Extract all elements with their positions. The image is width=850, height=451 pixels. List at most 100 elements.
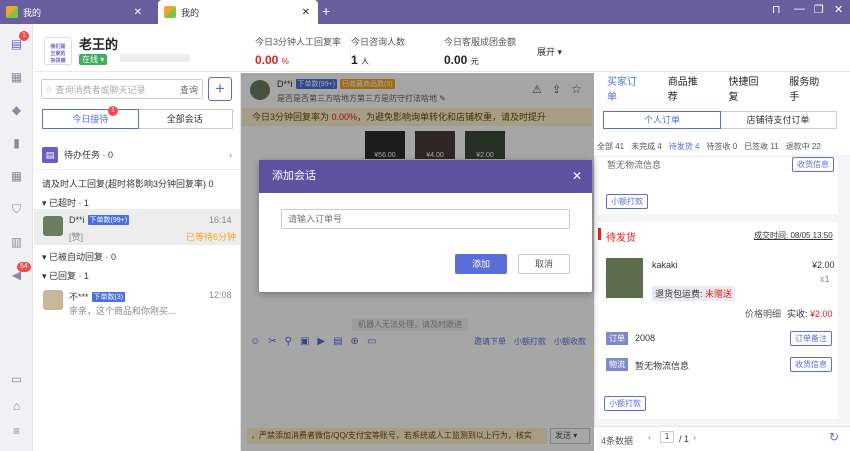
- todo-row[interactable]: ▤ 待办任务 · 0 ›: [34, 140, 240, 170]
- status-select[interactable]: 在线 ▾: [79, 54, 108, 65]
- tab-label: 我的: [23, 7, 42, 18]
- close-icon[interactable]: ✕: [134, 7, 142, 18]
- close-icon[interactable]: ✕: [302, 7, 310, 18]
- bag-icon[interactable]: ◆: [8, 103, 25, 117]
- close-window-icon[interactable]: ✕: [834, 3, 843, 16]
- tab-today-label: 今日接待: [72, 114, 109, 124]
- tab-label: 我的: [181, 7, 200, 18]
- document-icon[interactable]: ▦: [8, 70, 25, 84]
- deal-time: 成交时间: 08/05 13:50: [754, 231, 833, 240]
- order-tag: 订单: [606, 332, 628, 345]
- restore-icon[interactable]: ❐: [814, 3, 824, 16]
- close-icon[interactable]: ✕: [572, 169, 582, 183]
- section-timeout[interactable]: ▾ 已超时 · 1: [42, 196, 89, 209]
- order-number: 2008: [635, 333, 656, 343]
- price-detail-link[interactable]: 价格明细: [745, 307, 781, 320]
- conv-last-msg: 亲亲，这个商品和你刚买...: [69, 306, 176, 316]
- printer-icon[interactable]: ▭: [8, 372, 25, 386]
- refresh-icon[interactable]: ↻: [829, 430, 839, 444]
- logistics-tag: 物流: [606, 358, 628, 371]
- tab-1[interactable]: 我的 ✕: [0, 0, 150, 24]
- stat-label: 今日咨询人数: [351, 37, 406, 47]
- tab-all[interactable]: 全部会话: [138, 110, 233, 128]
- chevron-right-icon: ›: [229, 149, 232, 160]
- shipping-info-button[interactable]: 收货信息: [792, 157, 834, 172]
- stat-value: 0.00: [255, 53, 279, 67]
- order-note-button[interactable]: 订单备注: [790, 331, 832, 346]
- count-unfinished[interactable]: 未完成 4: [631, 141, 662, 152]
- count-to-receive[interactable]: 待签收 0: [706, 141, 737, 152]
- menu-icon[interactable]: ≡: [8, 424, 25, 438]
- prev-page-icon[interactable]: ‹: [648, 432, 651, 442]
- avatar: [43, 290, 63, 310]
- customer-name: 不***: [69, 292, 89, 302]
- conv-last-msg: [赞]: [69, 232, 84, 242]
- paid-amount: 实收: ¥2.00: [787, 307, 833, 320]
- add-button[interactable]: 添加: [455, 254, 507, 274]
- count-received[interactable]: 已签收 11: [744, 141, 779, 152]
- logistics-text: 暂无物流信息: [635, 361, 690, 371]
- section-replied[interactable]: ▾ 已回复 · 1: [42, 269, 89, 282]
- message-badge: 1: [19, 31, 29, 41]
- logistics-text: 暂无物流信息: [607, 160, 662, 170]
- product-name[interactable]: kakaki: [652, 260, 678, 270]
- stat-amount: 今日客服成团金额 0.00 元: [444, 35, 516, 67]
- add-conversation-button[interactable]: +: [208, 77, 232, 101]
- page-input[interactable]: 1: [660, 431, 674, 443]
- search-input[interactable]: ○ 查询消费者或聊天记录 查询: [41, 79, 203, 99]
- count-all[interactable]: 全部 41: [597, 141, 624, 152]
- card1-logistics: 暂无物流信息: [607, 158, 661, 171]
- stat-inquiries: 今日咨询人数 1 人: [350, 35, 405, 67]
- status-label: 在线: [82, 55, 98, 64]
- avatar: [43, 216, 63, 236]
- paid-value: ¥2.00: [810, 309, 833, 319]
- stat-unit: %: [281, 57, 289, 66]
- count-to-ship[interactable]: 待发货 4: [669, 141, 700, 152]
- conv-time: 16:14: [209, 215, 232, 225]
- product-image[interactable]: [606, 258, 643, 298]
- freight-label: 退货包运费:: [655, 289, 703, 299]
- wait-time: 已等待6分钟: [186, 232, 237, 242]
- new-tab-icon[interactable]: +: [322, 3, 330, 19]
- order-type-tabs: 个人订单 店铺待支付订单: [603, 111, 837, 129]
- section-auto[interactable]: ▾ 已被自动回复 · 0: [42, 250, 116, 263]
- pin-icon[interactable]: ⊓: [772, 3, 781, 16]
- small-pay-button[interactable]: 小额打款: [606, 194, 648, 209]
- order-card-2: [598, 222, 838, 419]
- username: 老王的: [79, 37, 119, 52]
- shield-icon[interactable]: ⛉: [8, 202, 25, 216]
- reception-tabs: 今日接待 全部会话: [42, 109, 233, 129]
- stat-unit: 元: [470, 57, 479, 66]
- app-icon: [6, 6, 18, 18]
- stat-label: 今日客服成团金额: [444, 37, 517, 47]
- shipping-info-button[interactable]: 收货信息: [790, 357, 832, 372]
- cancel-button[interactable]: 取消: [518, 254, 570, 274]
- product-qty: x1: [820, 274, 830, 284]
- search-button[interactable]: 查询: [180, 83, 198, 96]
- order-status: 待发货: [606, 233, 636, 244]
- tab-shop-unpaid[interactable]: 店铺待支付订单: [720, 112, 836, 128]
- search-icon: ○: [46, 84, 52, 94]
- search-placeholder: 查询消费者或聊天记录: [55, 84, 146, 95]
- chart-icon[interactable]: ▮: [8, 136, 25, 150]
- tab-personal-orders[interactable]: 个人订单: [603, 111, 721, 129]
- minimize-icon[interactable]: —: [794, 3, 805, 15]
- header: [34, 24, 850, 72]
- expand-button[interactable]: 展开 ▾: [537, 45, 562, 58]
- next-page-icon[interactable]: ›: [693, 432, 696, 442]
- app-icon: [164, 6, 176, 18]
- tab-2[interactable]: 我的 ✕: [158, 0, 318, 24]
- paid-label: 实收:: [787, 309, 808, 319]
- tab-service-assistant[interactable]: 服务助手: [789, 73, 829, 103]
- tab-product-recommend[interactable]: 商品推荐: [668, 73, 708, 103]
- small-pay-button[interactable]: 小额打款: [604, 396, 646, 411]
- tab-quick-reply[interactable]: 快捷回复: [729, 73, 769, 103]
- order-number-input[interactable]: [281, 209, 570, 229]
- conv1-header: D**i 下单数(99+): [69, 215, 130, 225]
- home-icon[interactable]: ⌂: [8, 399, 25, 413]
- count-refunding[interactable]: 退款中 22: [786, 141, 821, 152]
- tab-all-label: 全部会话: [166, 114, 203, 124]
- book-icon[interactable]: ▥: [8, 235, 25, 249]
- apps-icon[interactable]: ▦: [8, 169, 25, 183]
- tab-today[interactable]: 今日接待: [42, 109, 139, 129]
